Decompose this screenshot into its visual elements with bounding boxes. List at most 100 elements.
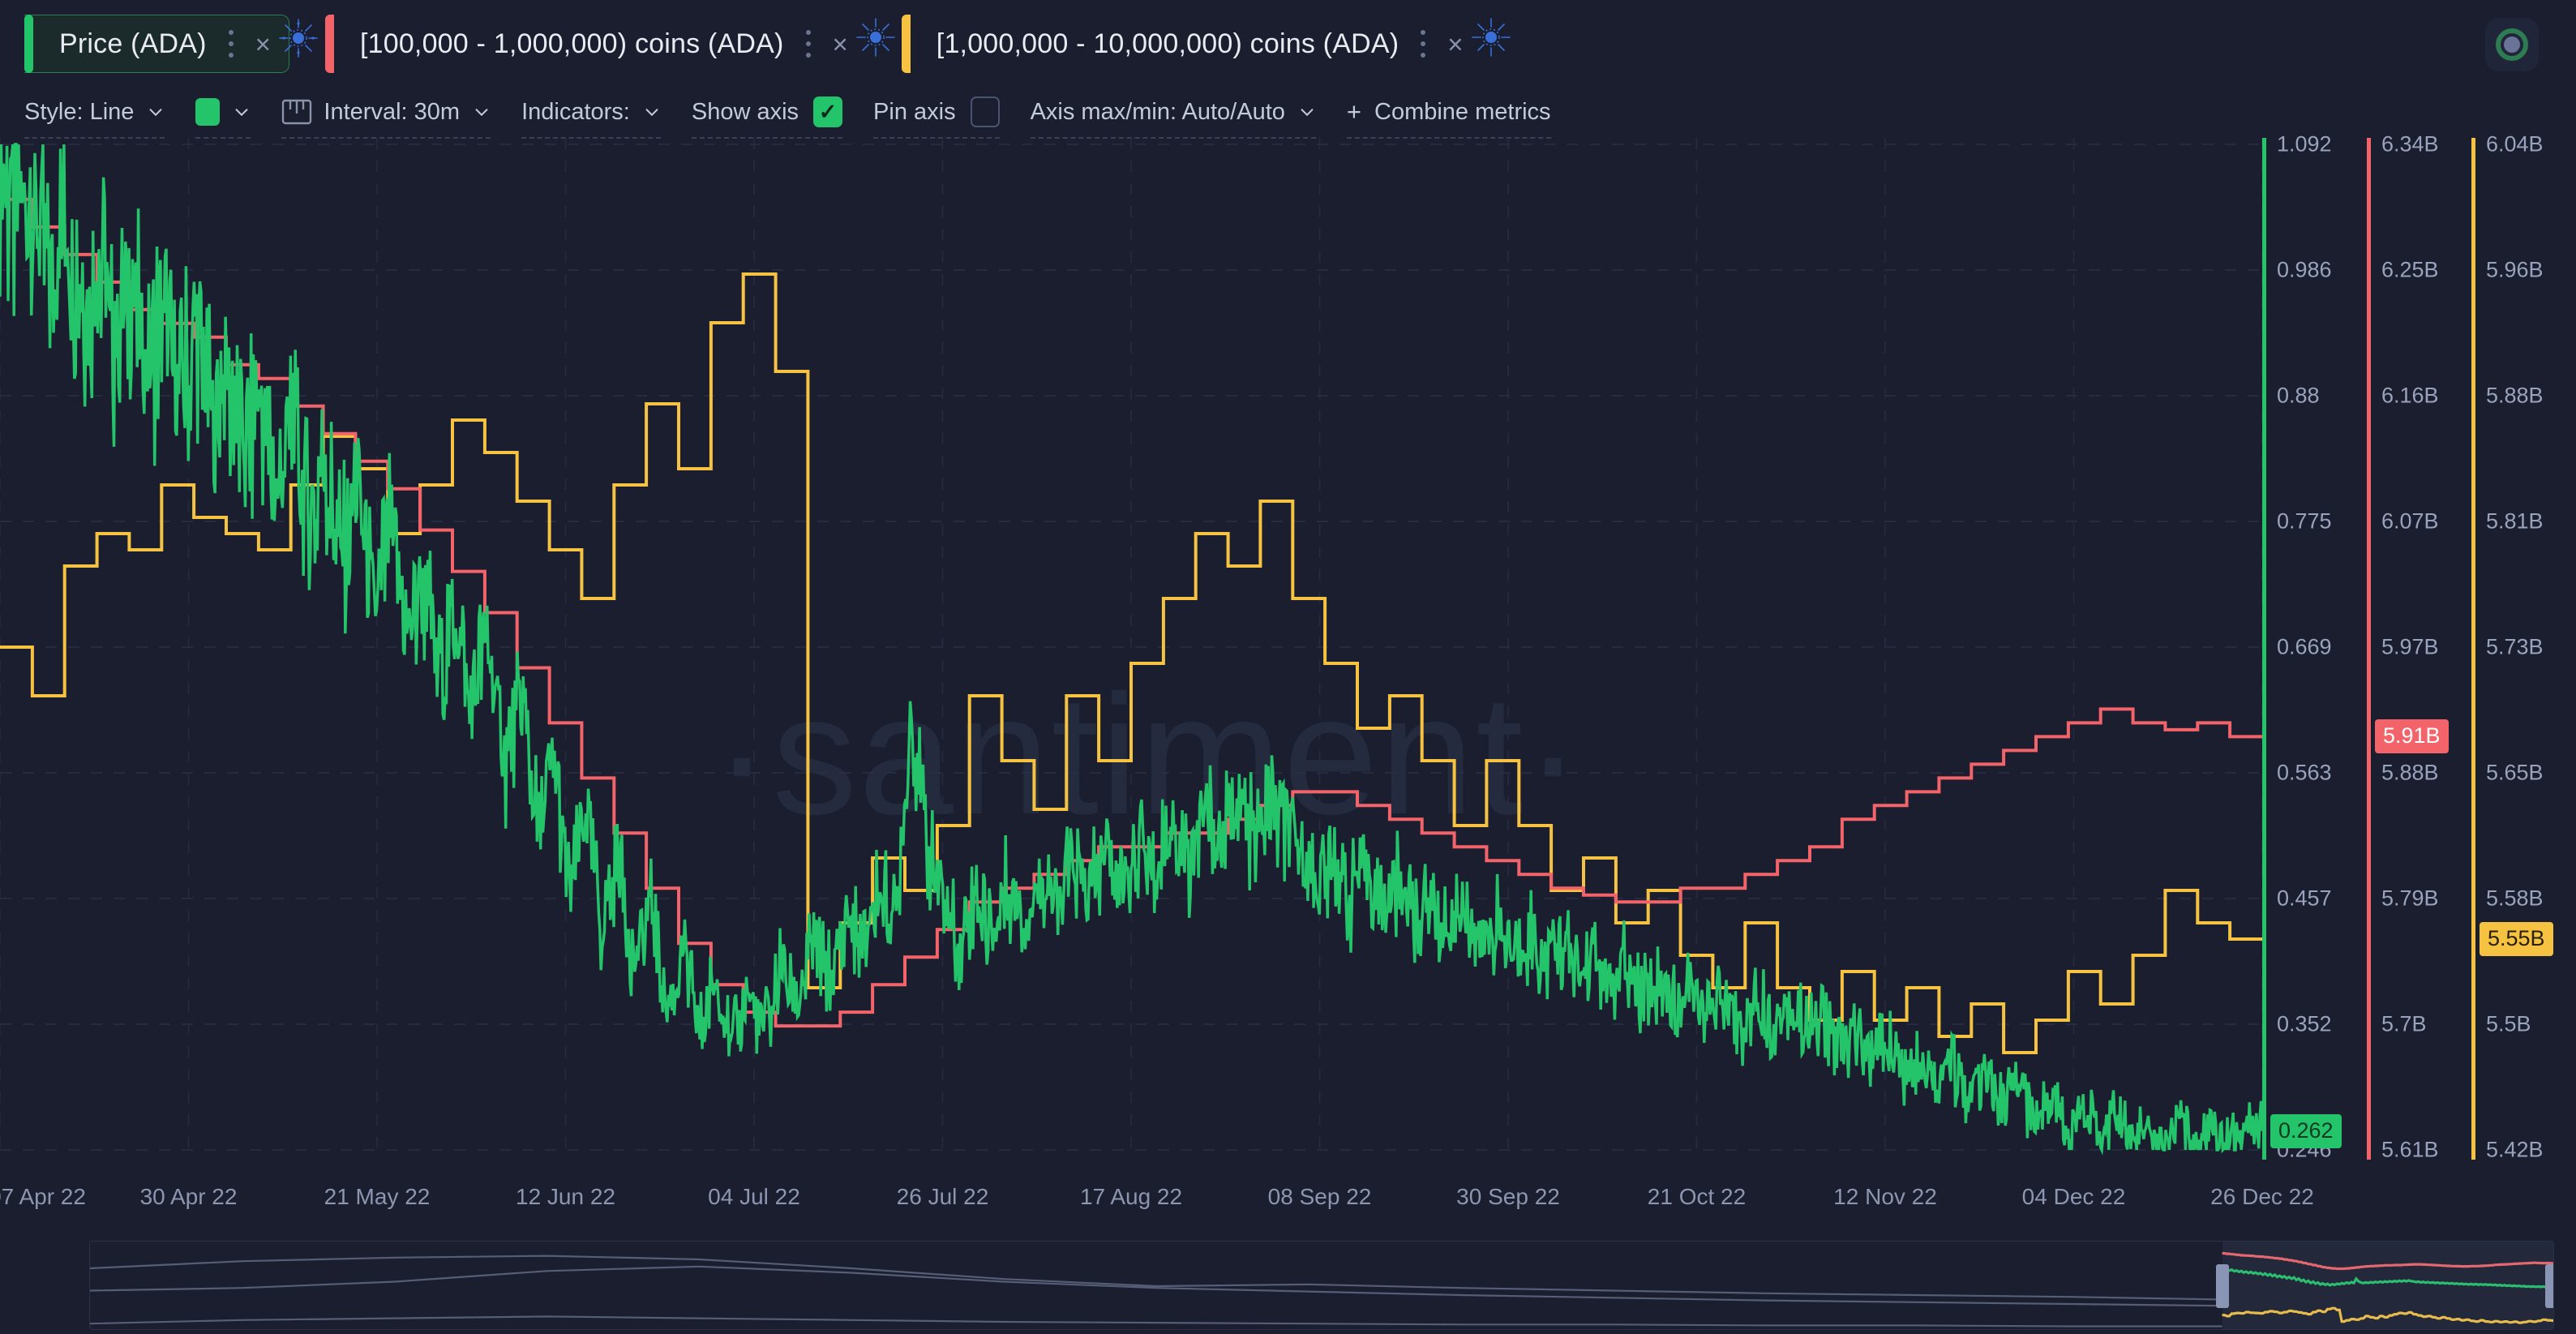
axis-current-value-badge: 5.91B bbox=[2375, 719, 2449, 754]
style-label: Style: Line bbox=[24, 98, 135, 125]
metric-tab-bar: Price (ADA) × [100,000 - 1,000,000) coin… bbox=[0, 0, 2576, 88]
axis-tick-label: 1.092 bbox=[2277, 131, 2332, 157]
axis-price[interactable]: 1.092 0.986 0.88 0.775 0.669 0.563 0.457 0.352 0… bbox=[2262, 132, 2367, 1162]
tab-close-icon[interactable]: × bbox=[833, 31, 848, 58]
pin-axis-checkbox[interactable] bbox=[970, 97, 1000, 127]
user-avatar[interactable] bbox=[2485, 18, 2539, 71]
axis-maxmin-label: Axis max/min: Auto/Auto bbox=[1030, 98, 1285, 125]
axis-maxmin-selector[interactable]: Axis max/min: Auto/Auto bbox=[1030, 94, 1317, 139]
time-axis-label: 21 May 22 bbox=[324, 1184, 431, 1209]
ruler-icon bbox=[282, 99, 312, 125]
chevron-down-icon bbox=[475, 109, 488, 117]
metric-tab-100k-1m[interactable]: [100,000 - 1,000,000) coins (ADA) × bbox=[324, 15, 895, 73]
axis-tick-label: 6.25B bbox=[2381, 257, 2439, 282]
axis-tick-label: 5.5B bbox=[2486, 1011, 2531, 1036]
metric-tab-price[interactable]: Price (ADA) × bbox=[24, 15, 318, 73]
navigator-selection[interactable] bbox=[2222, 1242, 2553, 1329]
tab-accent-yellow bbox=[901, 15, 911, 73]
tab-close-icon[interactable]: × bbox=[255, 31, 271, 58]
sparkle-icon bbox=[279, 19, 318, 58]
navigator-handle-left[interactable] bbox=[2215, 1264, 2229, 1308]
axis-tick-label: 5.58B bbox=[2486, 886, 2544, 911]
axis-tick-label: 5.96B bbox=[2486, 257, 2544, 282]
chevron-down-icon bbox=[645, 109, 658, 117]
pin-axis-label: Pin axis bbox=[873, 98, 956, 125]
axis-tick-label: 5.42B bbox=[2486, 1137, 2544, 1162]
axis-tick-label: 5.73B bbox=[2486, 634, 2544, 659]
tab-menu-icon[interactable] bbox=[228, 30, 234, 58]
metric-tab-1m-10m[interactable]: [1,000,000 - 10,000,000) coins (ADA) × bbox=[901, 15, 1511, 73]
axis-tick-label: 0.457 bbox=[2277, 886, 2332, 911]
axis-line bbox=[2262, 138, 2266, 1160]
time-axis-label: 12 Nov 22 bbox=[1833, 1184, 1937, 1209]
tab-menu-icon[interactable] bbox=[805, 30, 812, 58]
axis-tick-label: 6.07B bbox=[2381, 508, 2439, 534]
axis-100k-1m[interactable]: 6.34B 6.25B 6.16B 6.07B 5.97B 5.88B 5.79B 5.7B 5… bbox=[2367, 132, 2471, 1162]
pin-axis-toggle[interactable]: Pin axis bbox=[873, 94, 1000, 139]
axis-tick-label: 5.97B bbox=[2381, 634, 2439, 659]
tab-menu-icon[interactable] bbox=[1420, 30, 1426, 58]
time-axis-label: 21 Oct 22 bbox=[1647, 1184, 1747, 1209]
indicators-selector[interactable]: Indicators: bbox=[521, 94, 661, 139]
axis-current-value-badge: 0.262 bbox=[2270, 1113, 2342, 1148]
axis-tick-label: 0.669 bbox=[2277, 634, 2332, 659]
interval-label: Interval: 30m bbox=[324, 98, 461, 125]
tab-accent-red bbox=[324, 15, 334, 73]
axis-current-value-badge: 5.55B bbox=[2480, 922, 2553, 956]
axis-tick-label: 0.563 bbox=[2277, 760, 2332, 785]
chart-toolbar: Style: Line Interval: 30m Indicators: Sh… bbox=[0, 88, 2576, 139]
time-axis-label: 08 Sep 22 bbox=[1267, 1184, 1372, 1209]
show-axis-checkbox[interactable]: ✓ bbox=[813, 97, 843, 127]
sparkle-icon bbox=[1471, 18, 1511, 57]
interval-selector[interactable]: Interval: 30m bbox=[281, 94, 491, 139]
axis-tick-label: 5.81B bbox=[2486, 508, 2544, 534]
plus-icon: + bbox=[1346, 97, 1361, 126]
axis-line bbox=[2471, 138, 2475, 1160]
time-axis-label: 04 Dec 22 bbox=[2021, 1184, 2126, 1209]
chevron-down-icon bbox=[149, 109, 162, 117]
color-selector[interactable] bbox=[195, 94, 251, 139]
navigator-handle-right[interactable] bbox=[2545, 1264, 2553, 1308]
style-selector[interactable]: Style: Line bbox=[24, 94, 165, 139]
time-axis: 07 Apr 22 30 Apr 22 21 May 22 12 Jun 22 04 J… bbox=[0, 1184, 2576, 1223]
axis-tick-label: 5.65B bbox=[2486, 760, 2544, 785]
sparkle-icon bbox=[855, 18, 895, 57]
navigator-frame[interactable] bbox=[89, 1241, 2554, 1330]
range-navigator[interactable] bbox=[0, 1239, 2576, 1334]
time-axis-label: 12 Jun 22 bbox=[516, 1184, 615, 1209]
check-icon: ✓ bbox=[818, 99, 838, 124]
time-axis-label: 26 Dec 22 bbox=[2210, 1184, 2314, 1209]
axis-tick-label: 6.04B bbox=[2486, 131, 2544, 157]
value-axes: 1.092 0.986 0.88 0.775 0.669 0.563 0.457 0.352 0… bbox=[2262, 132, 2576, 1184]
time-axis-label: 30 Sep 22 bbox=[1456, 1184, 1560, 1209]
axis-tick-label: 0.88 bbox=[2277, 383, 2320, 408]
time-axis-label: 07 Apr 22 bbox=[0, 1184, 86, 1209]
color-swatch bbox=[195, 98, 221, 126]
tab-close-icon[interactable]: × bbox=[1447, 31, 1463, 58]
chevron-down-icon bbox=[1301, 109, 1314, 117]
axis-tick-label: 0.352 bbox=[2277, 1011, 2332, 1036]
chevron-down-icon bbox=[235, 109, 248, 117]
axis-tick-label: 6.16B bbox=[2381, 383, 2439, 408]
axis-1m-10m[interactable]: 6.04B 5.96B 5.88B 5.81B 5.73B 5.65B 5.58B 5.5B 5… bbox=[2471, 132, 2576, 1162]
axis-tick-label: 0.775 bbox=[2277, 508, 2332, 534]
time-axis-label: 26 Jul 22 bbox=[896, 1184, 989, 1209]
axis-tick-label: 5.88B bbox=[2486, 383, 2544, 408]
chart-area[interactable]: ·santiment· 1.092 0.986 0.88 0.775 0.669 0.56… bbox=[0, 132, 2576, 1184]
show-axis-label: Show axis bbox=[691, 98, 799, 125]
tab-accent-green bbox=[24, 15, 33, 73]
axis-tick-label: 5.88B bbox=[2381, 760, 2439, 785]
combine-metrics-button[interactable]: + Combine metrics bbox=[1346, 94, 1551, 139]
metric-tab-label: Price (ADA) bbox=[59, 28, 207, 59]
navigator-plot bbox=[90, 1251, 2553, 1328]
chart-app: Price (ADA) × [100,000 - 1,000,000) coin… bbox=[0, 0, 2576, 1334]
axis-tick-label: 5.61B bbox=[2381, 1137, 2439, 1162]
combine-metrics-label: Combine metrics bbox=[1374, 98, 1551, 125]
axis-tick-label: 0.986 bbox=[2277, 257, 2332, 282]
metric-tab-label: [100,000 - 1,000,000) coins (ADA) bbox=[359, 28, 784, 59]
axis-tick-label: 5.7B bbox=[2381, 1011, 2427, 1036]
show-axis-toggle[interactable]: Show axis ✓ bbox=[691, 94, 843, 139]
chart-plot[interactable] bbox=[0, 138, 2262, 1176]
time-axis-label: 17 Aug 22 bbox=[1079, 1184, 1183, 1209]
indicators-label: Indicators: bbox=[521, 98, 630, 125]
